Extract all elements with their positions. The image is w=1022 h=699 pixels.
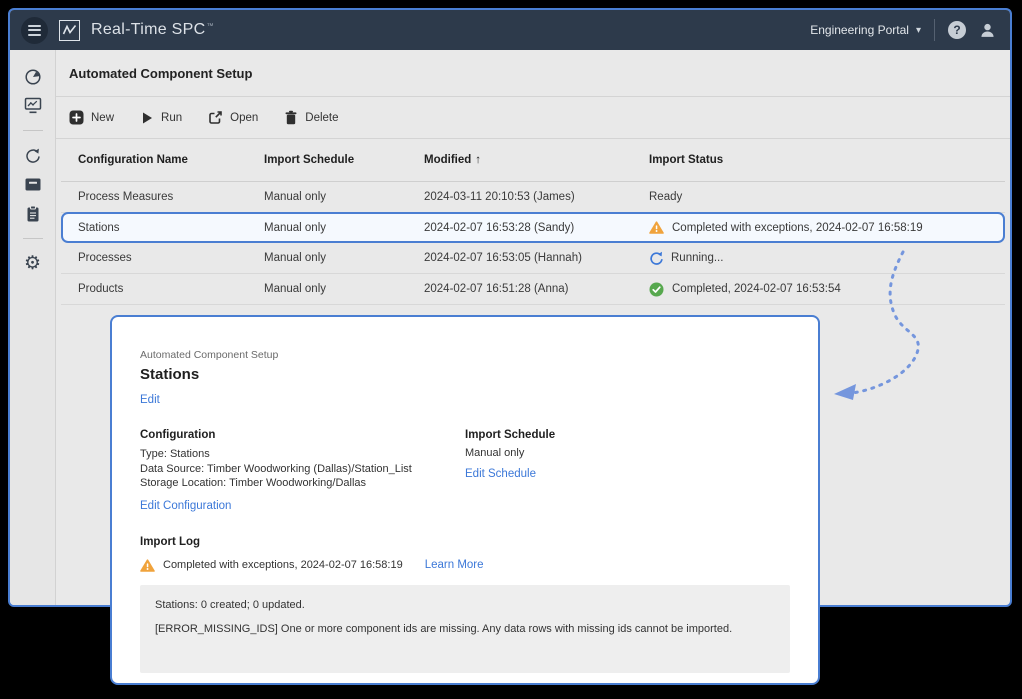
import-log-section: Import Log Completed with exceptions, 20… xyxy=(140,536,790,673)
table-row-processes[interactable]: Processes Manual only 2024-02-07 16:53:0… xyxy=(61,243,1005,274)
log-line-summary: Stations: 0 created; 0 updated. xyxy=(155,598,775,612)
check-circle-icon xyxy=(649,282,664,297)
open-external-icon xyxy=(208,110,223,125)
column-header-import-schedule[interactable]: Import Schedule xyxy=(264,154,424,166)
chevron-down-icon: ▾ xyxy=(916,25,921,36)
breadcrumb: Automated Component Setup xyxy=(140,349,790,361)
sidebar-divider xyxy=(23,238,43,239)
portal-label: Engineering Portal xyxy=(810,23,909,37)
sidebar-divider xyxy=(23,130,43,131)
settings-gear-icon[interactable]: ⚙ xyxy=(10,249,56,278)
config-data-source: Data Source: Timber Woodworking (Dallas)… xyxy=(140,462,465,477)
run-button[interactable]: Run xyxy=(130,103,192,133)
help-icon[interactable]: ? xyxy=(948,21,966,39)
detail-panel: Automated Component Setup Stations Edit … xyxy=(110,315,820,685)
warning-icon xyxy=(649,221,664,234)
import-schedule-section: Import Schedule Manual only Edit Schedul… xyxy=(465,429,555,514)
trash-icon xyxy=(284,110,298,125)
config-type: Type: Stations xyxy=(140,447,465,462)
learn-more-link[interactable]: Learn More xyxy=(425,559,484,571)
play-icon xyxy=(140,111,154,125)
portal-selector[interactable]: Engineering Portal ▾ xyxy=(810,23,921,37)
clipboard-icon[interactable] xyxy=(10,199,56,228)
import-schedule-value: Manual only xyxy=(465,447,555,459)
trademark: ™ xyxy=(206,23,213,30)
log-status-text: Completed with exceptions, 2024-02-07 16… xyxy=(163,559,403,571)
column-header-import-status[interactable]: Import Status xyxy=(649,154,988,166)
new-button[interactable]: New xyxy=(59,103,124,133)
column-header-modified[interactable]: Modified↑ xyxy=(424,154,649,166)
screenshot-root: { "topbar": { "app_title": "Real-Time SP… xyxy=(0,0,1022,699)
import-log-status: Completed with exceptions, 2024-02-07 16… xyxy=(140,559,790,572)
detail-columns: Configuration Type: Stations Data Source… xyxy=(140,429,790,514)
page-title: Automated Component Setup xyxy=(69,66,252,81)
user-account-icon[interactable] xyxy=(979,22,996,39)
edit-link[interactable]: Edit xyxy=(140,394,160,406)
archive-box-icon[interactable] xyxy=(10,170,56,199)
topbar-divider xyxy=(934,19,935,41)
edit-configuration-link[interactable]: Edit Configuration xyxy=(140,500,231,512)
import-schedule-heading: Import Schedule xyxy=(465,429,555,441)
plus-square-icon xyxy=(69,110,84,125)
warning-icon xyxy=(140,559,155,572)
toolbar: New Run Open xyxy=(56,97,1010,139)
table-row-stations-selected[interactable]: Stations Manual only 2024-02-07 16:53:28… xyxy=(61,212,1005,243)
app-title: Real-Time SPC™ xyxy=(91,21,214,39)
topbar-right: Engineering Portal ▾ ? xyxy=(810,19,996,41)
status-completed-with-exceptions: Completed with exceptions, 2024-02-07 16… xyxy=(649,221,988,234)
monitor-chart-icon[interactable] xyxy=(10,91,56,120)
import-log-heading: Import Log xyxy=(140,536,790,548)
status-completed: Completed, 2024-02-07 16:53:54 xyxy=(649,282,988,297)
config-storage-location: Storage Location: Timber Woodworking/Dal… xyxy=(140,476,465,491)
table-row-process-measures[interactable]: Process Measures Manual only 2024-03-11 … xyxy=(61,182,1005,213)
app-logo-icon xyxy=(59,20,80,41)
sort-ascending-icon: ↑ xyxy=(475,154,481,166)
status-ready: Ready xyxy=(649,191,988,203)
configuration-section: Configuration Type: Stations Data Source… xyxy=(140,429,465,514)
sync-icon[interactable] xyxy=(10,141,56,170)
import-log-output: Stations: 0 created; 0 updated. [ERROR_M… xyxy=(140,585,790,673)
configuration-heading: Configuration xyxy=(140,429,465,441)
hamburger-menu-icon[interactable] xyxy=(21,17,48,44)
delete-button[interactable]: Delete xyxy=(274,103,348,133)
configurations-table: Configuration Name Import Schedule Modif… xyxy=(61,139,1005,305)
sidebar-nav: ⚙ xyxy=(10,50,56,605)
page-header: Automated Component Setup xyxy=(56,50,1010,97)
open-button[interactable]: Open xyxy=(198,103,268,133)
log-line-error: [ERROR_MISSING_IDS] One or more componen… xyxy=(155,622,775,636)
dashboard-gauge-icon[interactable] xyxy=(10,62,56,91)
table-row-products[interactable]: Products Manual only 2024-02-07 16:51:28… xyxy=(61,274,1005,305)
detail-title: Stations xyxy=(140,366,790,383)
table-header-row: Configuration Name Import Schedule Modif… xyxy=(61,139,1005,182)
edit-schedule-link[interactable]: Edit Schedule xyxy=(465,468,536,480)
column-header-configuration-name[interactable]: Configuration Name xyxy=(78,154,264,166)
status-running: Running... xyxy=(649,251,988,265)
top-bar: Real-Time SPC™ Engineering Portal ▾ ? xyxy=(10,10,1010,50)
refresh-running-icon xyxy=(649,251,663,265)
